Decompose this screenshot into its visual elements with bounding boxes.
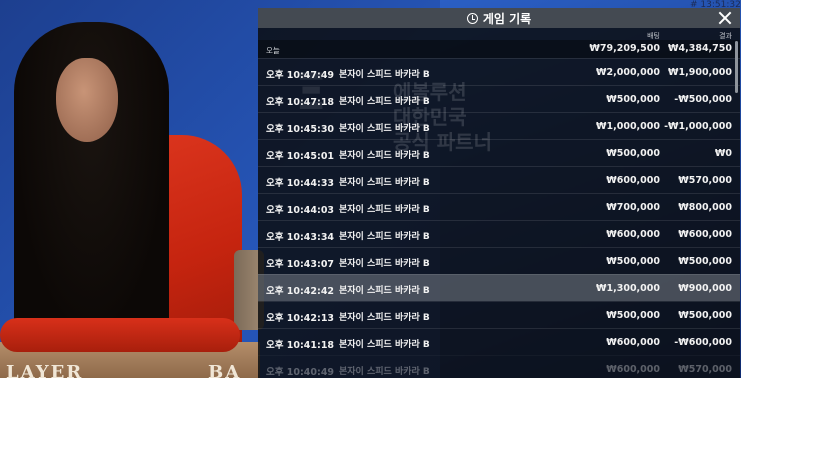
dealer-face xyxy=(56,58,118,142)
row-result: -₩600,000 xyxy=(674,337,732,348)
summary-total-bet: ₩79,209,500 xyxy=(589,43,660,54)
row-time: 오후 10:47:18 xyxy=(266,97,335,108)
row-bet: ₩500,000 xyxy=(606,256,660,267)
dealer-arm xyxy=(0,318,240,352)
history-row[interactable]: 오후 10:41:18 본자이 스피드 바카라 B ₩600,000 -₩600… xyxy=(258,328,740,355)
panel-title-text: 게임 기록 xyxy=(482,11,532,26)
row-bet: ₩600,000 xyxy=(606,229,660,240)
row-result: ₩570,000 xyxy=(678,364,732,375)
row-time: 오후 10:42:42 xyxy=(266,286,335,297)
history-list: 오후 10:47:49 본자이 스피드 바카라 B ₩2,000,000 ₩1,… xyxy=(258,58,740,378)
history-row[interactable]: 오후 10:43:07 본자이 스피드 바카라 B ₩500,000 ₩500,… xyxy=(258,247,740,274)
row-bet: ₩600,000 xyxy=(606,364,660,375)
column-headers: 배팅 결과 xyxy=(258,28,740,40)
row-bet: ₩1,300,000 xyxy=(596,283,660,294)
row-game: 본자이 스피드 바카라 B xyxy=(339,124,430,134)
row-bet: ₩1,000,000 xyxy=(596,121,660,132)
today-summary: 오늘 ₩79,209,500 ₩4,384,750 xyxy=(258,40,740,58)
history-icon xyxy=(466,12,478,24)
row-result: ₩800,000 xyxy=(678,202,732,213)
table-label-player: LAYER xyxy=(6,362,84,378)
row-time: 오후 10:40:49 xyxy=(266,367,335,378)
scrollbar[interactable] xyxy=(735,41,738,93)
row-time: 오후 10:43:07 xyxy=(266,259,335,270)
row-game: 본자이 스피드 바카라 B xyxy=(339,340,430,350)
history-row[interactable]: 오후 10:43:34 본자이 스피드 바카라 B ₩600,000 ₩600,… xyxy=(258,220,740,247)
panel-header: 게임 기록 xyxy=(258,8,740,28)
row-result: ₩1,900,000 xyxy=(668,67,732,78)
history-row-selected[interactable]: 오후 10:42:42 본자이 스피드 바카라 B ₩1,300,000 ₩90… xyxy=(258,274,740,301)
row-game: 본자이 스피드 바카라 B xyxy=(339,367,430,377)
row-time: 오후 10:43:34 xyxy=(266,232,335,243)
row-result: ₩500,000 xyxy=(678,310,732,321)
table-label-banker: BA xyxy=(208,362,242,378)
history-row[interactable]: 오후 10:47:49 본자이 스피드 바카라 B ₩2,000,000 ₩1,… xyxy=(258,58,740,85)
row-game: 본자이 스피드 바카라 B xyxy=(339,205,430,215)
history-row[interactable]: 오후 10:47:18 본자이 스피드 바카라 B ₩500,000 -₩500… xyxy=(258,85,740,112)
row-result: ₩900,000 xyxy=(678,283,732,294)
history-row[interactable]: 오후 10:45:30 본자이 스피드 바카라 B ₩1,000,000 -₩1… xyxy=(258,112,740,139)
row-time: 오후 10:41:18 xyxy=(266,340,335,351)
row-result: ₩570,000 xyxy=(678,175,732,186)
history-row[interactable]: 오후 10:44:33 본자이 스피드 바카라 B ₩600,000 ₩570,… xyxy=(258,166,740,193)
row-time: 오후 10:44:03 xyxy=(266,205,335,216)
history-row[interactable]: 오후 10:42:13 본자이 스피드 바카라 B ₩500,000 ₩500,… xyxy=(258,301,740,328)
close-icon[interactable] xyxy=(716,9,734,27)
row-time: 오후 10:47:49 xyxy=(266,70,335,81)
row-game: 본자이 스피드 바카라 B xyxy=(339,232,430,242)
summary-label: 오늘 xyxy=(266,46,280,55)
row-result: -₩500,000 xyxy=(674,94,732,105)
row-result: ₩600,000 xyxy=(678,229,732,240)
row-result: ₩500,000 xyxy=(678,256,732,267)
summary-total-result: ₩4,384,750 xyxy=(668,43,732,54)
history-row[interactable]: 오후 10:45:01 본자이 스피드 바카라 B ₩500,000 ₩0 xyxy=(258,139,740,166)
row-time: 오후 10:45:30 xyxy=(266,124,335,135)
game-history-panel: 게임 기록 Ξ 에볼루션 대한민국 공식 파트너 배팅 결과 오늘 ₩79,20… xyxy=(258,8,740,378)
history-row[interactable]: 오후 10:40:49 본자이 스피드 바카라 B ₩600,000 ₩570,… xyxy=(258,355,740,378)
row-game: 본자이 스피드 바카라 B xyxy=(339,151,430,161)
row-result: ₩0 xyxy=(714,148,732,159)
row-game: 본자이 스피드 바카라 B xyxy=(339,178,430,188)
row-bet: ₩500,000 xyxy=(606,310,660,321)
row-bet: ₩500,000 xyxy=(606,94,660,105)
row-time: 오후 10:42:13 xyxy=(266,313,335,324)
row-time: 오후 10:45:01 xyxy=(266,151,335,162)
row-bet: ₩700,000 xyxy=(606,202,660,213)
row-bet: ₩2,000,000 xyxy=(596,67,660,78)
row-game: 본자이 스피드 바카라 B xyxy=(339,259,430,269)
row-game: 본자이 스피드 바카라 B xyxy=(339,286,430,296)
row-game: 본자이 스피드 바카라 B xyxy=(339,97,430,107)
row-bet: ₩600,000 xyxy=(606,337,660,348)
history-row[interactable]: 오후 10:44:03 본자이 스피드 바카라 B ₩700,000 ₩800,… xyxy=(258,193,740,220)
row-bet: ₩500,000 xyxy=(606,148,660,159)
row-result: -₩1,000,000 xyxy=(664,121,732,132)
row-time: 오후 10:44:33 xyxy=(266,178,335,189)
row-bet: ₩600,000 xyxy=(606,175,660,186)
row-game: 본자이 스피드 바카라 B xyxy=(339,313,430,323)
panel-title: 게임 기록 xyxy=(466,10,532,27)
row-game: 본자이 스피드 바카라 B xyxy=(339,70,430,80)
